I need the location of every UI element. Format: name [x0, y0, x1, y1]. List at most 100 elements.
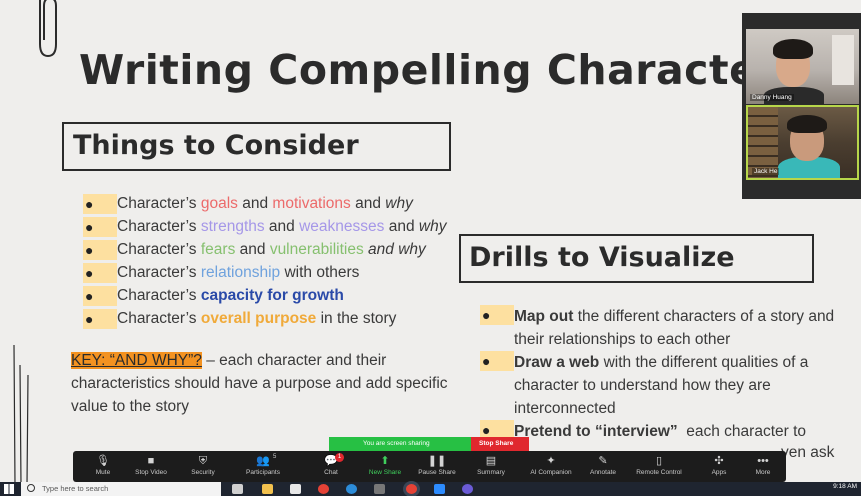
participants-button[interactable]: 👥 5 Participants [233, 453, 293, 476]
taskbar-clock[interactable]: 9:18 AM [833, 482, 857, 491]
things-to-consider-box: Things to Consider [62, 122, 451, 171]
summary-button[interactable]: ▤ Summary [461, 453, 521, 476]
meeting-toolbar: 🎙 Mute ■ Stop Video ⛨ Security 👥 5 Participants 💬… [73, 451, 786, 482]
participant-hair [773, 39, 813, 59]
participant-count: 5 [273, 454, 277, 460]
key-label: KEY: “AND WHY”? [71, 352, 202, 369]
bullet-text-segment: Character’s [117, 287, 201, 304]
drill-item: ● Draw a web with the different qualities… [480, 351, 840, 420]
paperclip-icon [39, 0, 57, 58]
bullet-text-segment: why [385, 195, 413, 212]
bullet-text-segment: in the story [316, 310, 397, 327]
bullet-text-segment: capacity for growth [200, 287, 344, 304]
share-screen-icon: ⬆ [380, 455, 390, 467]
remote-control-button[interactable]: ▯ Remote Control [629, 453, 689, 476]
edge-icon[interactable] [346, 484, 357, 494]
bullet-icon: ● [83, 308, 117, 329]
participant-name-jack: Jack He [752, 168, 780, 175]
search-icon [27, 484, 35, 492]
drill-bold-text: Pretend to “interview” [514, 423, 678, 440]
drills-heading: Drills to Visualize [469, 242, 735, 273]
ai-companion-button[interactable]: ✦ AI Companion [521, 453, 581, 476]
more-button[interactable]: ••• More [733, 453, 793, 476]
drill-text: Map out the different characters of a st… [514, 305, 840, 351]
video-tile-jack[interactable]: Jack He [746, 105, 859, 180]
bullet-icon: ● [83, 285, 117, 306]
bullet-icon: ● [83, 239, 117, 260]
participants-icon: 👥 [256, 455, 270, 467]
sparkle-icon: ✦ [546, 455, 556, 467]
chat-button[interactable]: 💬 1 Chat [301, 453, 361, 476]
things-to-consider-heading: Things to Consider [73, 130, 359, 161]
bullet-text-segment: Character’s [117, 195, 201, 212]
bullet-text-segment: Character’s [117, 264, 201, 281]
video-gallery[interactable]: Danny Huang Jack He [742, 13, 861, 199]
bullet-icon: ● [83, 216, 117, 237]
bullet-text-segment: motivations [272, 195, 351, 212]
toolbar-button-label: Mute [95, 469, 111, 476]
toolbar-button-label: AI Companion [530, 469, 572, 476]
store-icon[interactable] [290, 484, 301, 494]
bullet-text-segment: fears [200, 241, 236, 258]
bullet-text-segment: strengths [200, 218, 265, 235]
bullet-text-segment: overall purpose [200, 310, 317, 327]
bullet-text-segment: goals [200, 195, 238, 212]
toolbar-button-label: Participants [246, 469, 280, 476]
consider-bullet-item: ● Character’s overall purpose in the stor… [83, 307, 446, 330]
task-view-icon[interactable] [232, 484, 243, 494]
bullet-text-segment: Character’s [117, 241, 201, 258]
toolbar-button-label: Chat [324, 469, 338, 476]
pause-icon: ❚❚ [427, 455, 447, 467]
stop-video-button[interactable]: ■ Stop Video [121, 453, 181, 476]
drill-text: Draw a web with the different qualities … [514, 351, 840, 420]
consider-bullet-item: ● Character’s strengths and weaknesses an… [83, 215, 446, 238]
zoom-icon[interactable] [434, 484, 445, 494]
video-tile-danny[interactable]: Danny Huang [746, 29, 859, 104]
toolbar-button-label: Remote Control [636, 469, 682, 476]
slide-title: Writing Compelling Characte [79, 46, 758, 94]
bullet-text-segment: and [264, 218, 300, 235]
security-button[interactable]: ⛨ Security [173, 453, 233, 476]
participant-hair [787, 115, 827, 133]
windows-taskbar: Type here to search 9:18 AM [0, 482, 861, 496]
bullet-text-segment: vulnerabilities [269, 241, 364, 258]
bullet-text-segment: and [237, 195, 273, 212]
app-icon-2[interactable] [462, 484, 473, 494]
bullet-text-segment: relationship [200, 264, 281, 281]
stop-share-button[interactable]: Stop Share [471, 437, 529, 451]
bullet-icon: ● [480, 351, 514, 371]
drill-item: ● Pretend to “interview” each character t… [480, 420, 840, 443]
consider-bullet-list: ● Character’s goals and motivations and w… [83, 192, 446, 330]
toolbar-button-label: Apps [711, 469, 727, 476]
drill-text: Pretend to “interview” each character to [514, 420, 806, 443]
bullet-text-segment: why [418, 218, 447, 235]
annotate-button[interactable]: ✎ Annotate [573, 453, 633, 476]
decorative-lines [13, 345, 29, 485]
pause-share-button[interactable]: ❚❚ Pause Share [407, 453, 467, 476]
drills-list: ● Map out the different characters of a s… [480, 305, 840, 443]
chrome-icon[interactable] [318, 484, 329, 494]
more-icon: ••• [757, 455, 769, 467]
summary-icon: ▤ [485, 455, 497, 467]
file-explorer-icon[interactable] [262, 484, 273, 494]
bullet-text-segment: and [384, 218, 419, 235]
bullet-text-segment: and why [363, 241, 426, 258]
chat-unread-badge: 1 [335, 453, 344, 462]
app-icon[interactable] [374, 484, 385, 494]
toolbar-button-label: Annotate [589, 469, 617, 476]
start-button[interactable] [4, 484, 14, 494]
shield-icon: ⛨ [198, 455, 208, 467]
consider-bullet-item: ● Character’s fears and vulnerabilities a… [83, 238, 446, 261]
toolbar-button-label: Pause Share [418, 469, 456, 476]
bullet-text-segment: and [235, 241, 270, 258]
drill-rest-text: each character to [677, 423, 807, 440]
chrome-active-icon[interactable] [406, 484, 417, 494]
room-door [832, 35, 854, 85]
participant-name-danny: Danny Huang [750, 94, 794, 101]
taskbar-search-input[interactable]: Type here to search [21, 482, 221, 496]
sharing-status: You are screen sharing [329, 437, 471, 451]
toolbar-button-label: More [755, 469, 771, 476]
new-share-button[interactable]: ⬆ New Share [355, 453, 415, 476]
presentation-slide: Writing Compelling Characte Things to Co… [0, 0, 861, 496]
drill-bold-text: Draw a web [514, 354, 600, 371]
